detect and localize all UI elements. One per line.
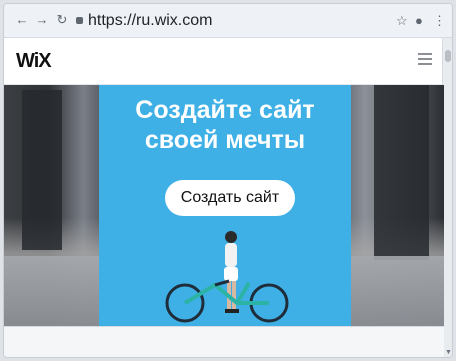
lock-icon bbox=[76, 17, 83, 24]
forward-button[interactable]: → bbox=[34, 12, 50, 28]
url-text: https://ru.wix.com bbox=[88, 12, 213, 29]
page-bottom-area bbox=[4, 326, 444, 357]
wix-logo[interactable]: WiX bbox=[16, 50, 52, 73]
scroll-down-arrow-icon[interactable]: ▼ bbox=[445, 349, 452, 356]
kebab-menu-icon[interactable]: ⋮ bbox=[433, 13, 446, 29]
left-building bbox=[22, 90, 62, 250]
hero-headline: Создайте сайт своей мечты bbox=[99, 95, 351, 155]
reload-button[interactable]: ↻ bbox=[54, 12, 70, 28]
hero-section: Создайте сайт своей мечты Создать сайт bbox=[4, 85, 444, 326]
site-header: WiX bbox=[4, 38, 452, 85]
right-building bbox=[374, 85, 429, 260]
back-button[interactable]: ← bbox=[14, 12, 30, 28]
account-icon[interactable]: ● bbox=[415, 13, 423, 28]
browser-toolbar: ← → ↻ https://ru.wix.com ☆ ● ⋮ bbox=[4, 4, 452, 38]
hamburger-menu-icon[interactable] bbox=[418, 53, 432, 65]
hero-panel: Создайте сайт своей мечты Создать сайт bbox=[99, 85, 351, 326]
hero-headline-line2: своей мечты bbox=[144, 126, 306, 154]
star-icon[interactable]: ☆ bbox=[396, 13, 408, 29]
hero-headline-line1: Создайте сайт bbox=[135, 96, 315, 124]
browser-window: ← → ↻ https://ru.wix.com ☆ ● ⋮ WiX ▼ Соз… bbox=[3, 3, 453, 358]
bicycle-illustration bbox=[165, 279, 289, 323]
create-site-button[interactable]: Создать сайт bbox=[165, 180, 295, 216]
address-bar[interactable]: https://ru.wix.com bbox=[76, 10, 408, 32]
scrollbar-thumb[interactable] bbox=[445, 50, 451, 62]
